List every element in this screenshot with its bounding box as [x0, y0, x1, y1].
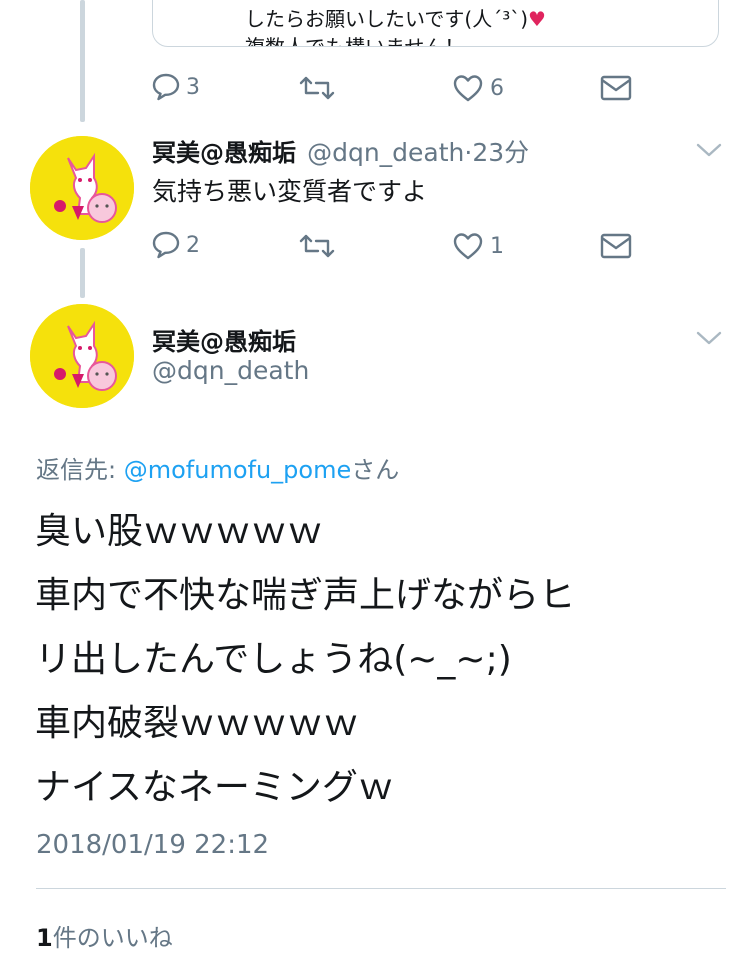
divider — [36, 888, 726, 889]
main-display-name[interactable]: 冥美@愚痴垢 — [152, 322, 296, 357]
chevron-down-icon[interactable] — [696, 142, 722, 158]
like-count: 1 — [490, 233, 504, 259]
reply-count: 3 — [186, 74, 200, 100]
avatar[interactable] — [30, 304, 134, 408]
like-button[interactable]: 6 — [452, 73, 504, 103]
username[interactable]: @dqn_death — [307, 138, 464, 167]
main-username[interactable]: @dqn_death — [152, 356, 309, 385]
chevron-down-icon[interactable] — [696, 330, 722, 346]
retweet-button[interactable] — [298, 74, 336, 102]
heart-icon — [453, 75, 483, 102]
retweet-icon — [299, 76, 335, 100]
tweet-time[interactable]: 23分 — [472, 138, 529, 167]
tweet2-text: 気持ち悪い変質者ですよ — [152, 177, 428, 206]
tweet-text-line: リ出したんでしょうね(~_~;) — [35, 639, 512, 680]
heart-emoji-icon: ♥ — [528, 7, 546, 31]
mail-icon — [600, 233, 632, 259]
tweet-timestamp[interactable]: 2018/01/19 22:12 — [36, 830, 269, 860]
avatar-cat-icon — [30, 136, 134, 240]
dm-button[interactable] — [600, 232, 632, 260]
thread-line-top — [80, 0, 85, 122]
likes-label: 件のいいね — [52, 924, 173, 952]
like-button[interactable]: 1 — [452, 231, 504, 261]
reply-button[interactable]: 2 — [152, 230, 200, 260]
avatar-cat-icon — [30, 304, 134, 408]
likes-count: 1 — [36, 924, 53, 952]
reply-to-link[interactable]: @mofumofu_pome — [124, 456, 352, 484]
reply-icon — [152, 73, 180, 101]
quoted-tweet-line-1: したらお願いしたいです(人ˊ³ˋ)♥ — [245, 7, 546, 31]
mail-icon — [600, 75, 632, 101]
tweet2-header: 冥美@愚痴垢 @dqn_death·23分 — [152, 133, 529, 169]
heart-icon — [453, 233, 483, 260]
like-count: 6 — [490, 75, 504, 101]
dm-button[interactable] — [600, 74, 632, 102]
display-name[interactable]: 冥美@愚痴垢 — [152, 139, 296, 167]
main-tweet-text: 臭い股ｗｗｗｗｗ 車内で不快な喘ぎ声上げながらヒ リ出したんでしょうね(~_~;… — [35, 500, 575, 820]
likes-summary[interactable]: 1件のいいね — [36, 918, 173, 953]
quoted-tweet-card[interactable]: したらお願いしたいです(人ˊ³ˋ)♥ 複数人でも構いません！ — [152, 0, 719, 47]
retweet-icon — [299, 234, 335, 258]
tweet-text-line: 臭い股ｗｗｗｗｗ — [35, 511, 324, 552]
retweet-button[interactable] — [298, 232, 336, 260]
thread-line-middle — [80, 248, 85, 298]
reply-button[interactable]: 3 — [152, 72, 200, 102]
replying-to: 返信先: @mofumofu_pomeさん — [36, 456, 400, 484]
reply-count: 2 — [186, 232, 200, 258]
tweet-text-line: 車内破裂ｗｗｗｗｗ — [35, 703, 360, 744]
reply-icon — [152, 231, 180, 259]
tweet-text-line: 車内で不快な喘ぎ声上げながらヒ — [35, 575, 576, 616]
quoted-tweet-line-2: 複数人でも構いません！ — [245, 35, 465, 47]
tweet-text-line: ナイスなネーミングｗ — [35, 767, 394, 808]
avatar[interactable] — [30, 136, 134, 240]
